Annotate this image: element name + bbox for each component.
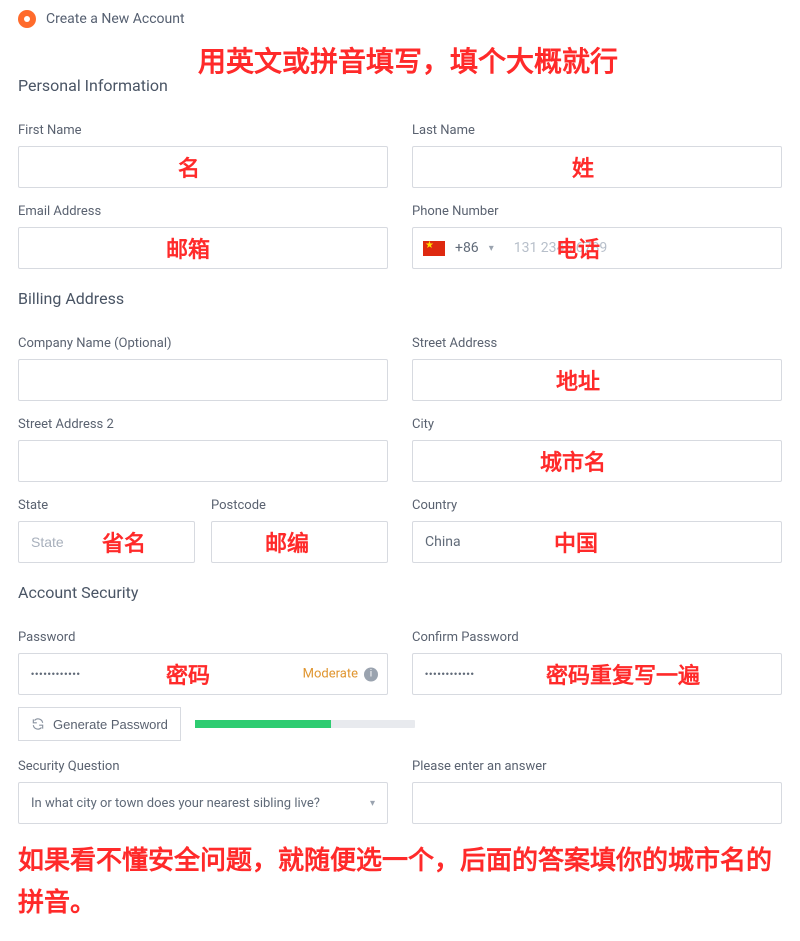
email-label: Email Address [18,204,388,219]
security-question-label: Security Question [18,759,388,774]
email-input[interactable] [18,227,388,269]
password-strength: Moderate i [303,667,378,682]
phone-country-select[interactable]: +86 ▾ 131 2345 6789 [412,227,782,269]
generate-password-button[interactable]: Generate Password [18,707,181,741]
page-header: Create a New Account [18,10,782,28]
password-label: Password [18,630,388,645]
password-strength-text: Moderate [303,667,358,682]
last-name-label: Last Name [412,123,782,138]
last-name-input[interactable] [412,146,782,188]
country-value: China [425,534,461,550]
section-account-security: Account Security [18,583,782,602]
annotation-top-instruction: 用英文或拼音填写，填个大概就行 [198,40,618,80]
password-strength-fill [195,720,331,728]
street2-label: Street Address 2 [18,417,388,432]
section-billing-address: Billing Address [18,289,782,308]
country-select[interactable]: China [412,521,782,563]
country-label: Country [412,498,782,513]
security-answer-input[interactable] [412,782,782,824]
first-name-input[interactable] [18,146,388,188]
flag-icon [423,241,445,256]
section-personal-info: Personal Information [18,76,782,95]
street2-input[interactable] [18,440,388,482]
company-input[interactable] [18,359,388,401]
info-icon: i [364,667,378,681]
dial-code: +86 [455,240,479,256]
confirm-password-input[interactable] [412,653,782,695]
state-input[interactable] [18,521,195,563]
chevron-down-icon: ▾ [489,243,494,254]
confirm-password-label: Confirm Password [412,630,782,645]
generate-password-label: Generate Password [53,717,168,732]
state-label: State [18,498,195,513]
security-question-value: In what city or town does your nearest s… [31,796,320,811]
street1-input[interactable] [412,359,782,401]
phone-label: Phone Number [412,204,782,219]
first-name-label: First Name [18,123,388,138]
chevron-down-icon: ▾ [370,798,375,809]
password-strength-bar [195,720,415,728]
security-question-select[interactable]: In what city or town does your nearest s… [18,782,388,824]
security-answer-label: Please enter an answer [412,759,782,774]
bullet-icon [18,10,36,28]
refresh-icon [31,717,45,731]
street1-label: Street Address [412,336,782,351]
postcode-input[interactable] [211,521,388,563]
city-label: City [412,417,782,432]
page-title: Create a New Account [46,11,185,27]
annotation-footer: 如果看不懂安全问题，就随便选一个，后面的答案填你的城市名的拼音。 [18,840,782,923]
phone-number-value: 131 2345 6789 [514,240,608,256]
company-label: Company Name (Optional) [18,336,388,351]
postcode-label: Postcode [211,498,388,513]
city-input[interactable] [412,440,782,482]
